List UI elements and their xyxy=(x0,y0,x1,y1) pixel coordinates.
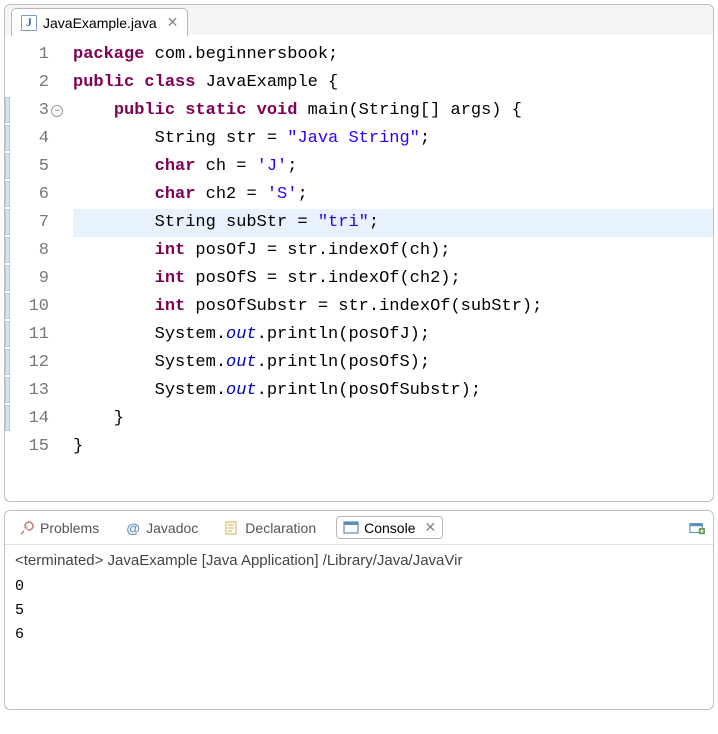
javadoc-icon: @ xyxy=(125,520,141,536)
tab-label: Console xyxy=(364,520,415,536)
gutter-line: 13 xyxy=(5,377,63,405)
gutter-line: 10 xyxy=(5,293,63,321)
gutter-line: 8 xyxy=(5,237,63,265)
close-icon[interactable]: ✕ xyxy=(425,519,437,536)
code-line[interactable]: public class JavaExample { xyxy=(73,69,713,97)
bottom-pane: Problems @ Javadoc Declaration Console ✕… xyxy=(4,510,714,710)
gutter-line: 7 xyxy=(5,209,63,237)
console-icon xyxy=(343,520,359,536)
gutter-line: 2 xyxy=(5,69,63,97)
tab-label: Javadoc xyxy=(146,520,198,536)
tab-filename: JavaExample.java xyxy=(43,15,157,31)
code-line[interactable]: System.out.println(posOfS); xyxy=(73,349,713,377)
code-line[interactable]: System.out.println(posOfSubstr); xyxy=(73,377,713,405)
code-line[interactable]: package com.beginnersbook; xyxy=(73,41,713,69)
declaration-icon xyxy=(224,520,240,536)
code-line[interactable]: int posOfSubstr = str.indexOf(subStr); xyxy=(73,293,713,321)
gutter-line: 5 xyxy=(5,153,63,181)
console-body: <terminated> JavaExample [Java Applicati… xyxy=(5,545,713,651)
code-lines[interactable]: package com.beginnersbook;public class J… xyxy=(69,35,713,501)
gutter-line: 9 xyxy=(5,265,63,293)
code-line[interactable]: public static void main(String[] args) { xyxy=(73,97,713,125)
code-area[interactable]: 123−456789101112131415 package com.begin… xyxy=(5,35,713,501)
tab-problems[interactable]: Problems xyxy=(13,518,105,538)
gutter-line: 11 xyxy=(5,321,63,349)
console-run-title: <terminated> JavaExample [Java Applicati… xyxy=(15,549,703,573)
java-file-icon: J xyxy=(21,15,37,31)
gutter-line: 14 xyxy=(5,405,63,433)
gutter-line: 3− xyxy=(5,97,63,125)
code-line[interactable]: int posOfJ = str.indexOf(ch); xyxy=(73,237,713,265)
gutter-line: 4 xyxy=(5,125,63,153)
console-output-line: 6 xyxy=(15,623,703,647)
code-line[interactable]: String subStr = "tri"; xyxy=(73,209,713,237)
editor-tab-bar: J JavaExample.java ✕ xyxy=(5,5,713,35)
console-output-line: 0 xyxy=(15,575,703,599)
gutter-line: 15 xyxy=(5,433,63,461)
tab-label: Problems xyxy=(40,520,99,536)
console-output-line: 5 xyxy=(15,599,703,623)
gutter-line: 6 xyxy=(5,181,63,209)
code-line[interactable]: System.out.println(posOfJ); xyxy=(73,321,713,349)
close-icon[interactable]: ✕ xyxy=(167,14,179,31)
code-line[interactable]: char ch2 = 'S'; xyxy=(73,181,713,209)
editor-tab[interactable]: J JavaExample.java ✕ xyxy=(11,8,188,36)
tab-console[interactable]: Console ✕ xyxy=(336,516,443,539)
code-line[interactable]: char ch = 'J'; xyxy=(73,153,713,181)
console-toolbar xyxy=(689,520,705,536)
code-line[interactable]: int posOfS = str.indexOf(ch2); xyxy=(73,265,713,293)
tab-javadoc[interactable]: @ Javadoc xyxy=(119,518,204,538)
code-line[interactable]: } xyxy=(73,405,713,433)
pin-console-icon[interactable] xyxy=(689,520,705,536)
gutter: 123−456789101112131415 xyxy=(5,35,69,501)
tab-declaration[interactable]: Declaration xyxy=(218,518,322,538)
problems-icon xyxy=(19,520,35,536)
tab-label: Declaration xyxy=(245,520,316,536)
console-output: 056 xyxy=(15,575,703,647)
gutter-line: 12 xyxy=(5,349,63,377)
gutter-line: 1 xyxy=(5,41,63,69)
fold-toggle-icon[interactable]: − xyxy=(51,105,63,117)
editor-pane: J JavaExample.java ✕ 123−456789101112131… xyxy=(4,4,714,502)
code-line[interactable]: } xyxy=(73,433,713,461)
code-line[interactable]: String str = "Java String"; xyxy=(73,125,713,153)
bottom-tab-bar: Problems @ Javadoc Declaration Console ✕ xyxy=(5,511,713,545)
